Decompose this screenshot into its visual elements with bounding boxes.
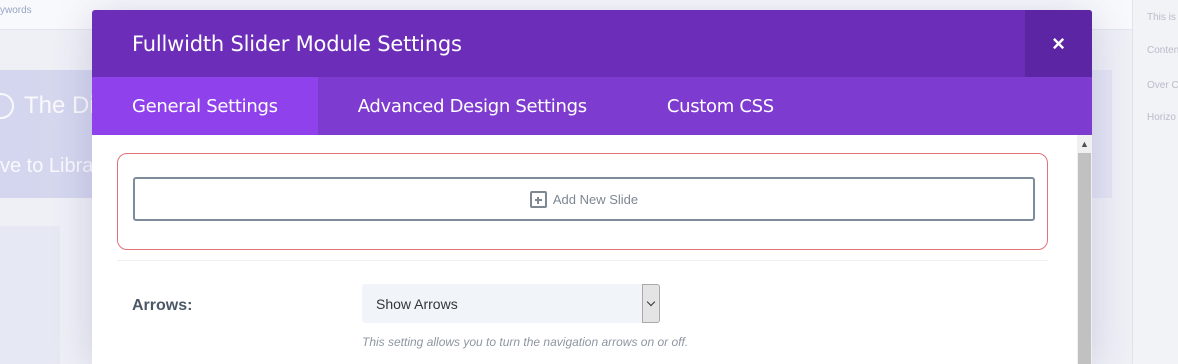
background-right-item: Conten <box>1147 45 1178 56</box>
settings-modal: Fullwidth Slider Module Settings × Gener… <box>92 10 1092 364</box>
tab-custom-css[interactable]: Custom CSS <box>627 77 814 135</box>
select-dropdown-button[interactable] <box>642 284 660 323</box>
tab-general-settings[interactable]: General Settings <box>92 77 318 135</box>
close-button[interactable]: × <box>1025 10 1092 77</box>
modal-title: Fullwidth Slider Module Settings <box>132 31 462 56</box>
section-divider <box>117 260 1048 261</box>
arrows-field-label: Arrows: <box>132 297 193 314</box>
background-keywords-text: ywords <box>0 5 32 16</box>
background-right-item: Over C <box>1147 80 1178 91</box>
scroll-up-arrow-icon[interactable]: ▲ <box>1077 135 1092 152</box>
modal-body: Add New Slide Arrows: Show Arrows This s… <box>92 135 1077 364</box>
background-hero-subtitle: ve to Librar <box>0 155 101 177</box>
arrows-field-description: This setting allows you to turn the navi… <box>362 335 689 349</box>
scrollbar-thumb[interactable] <box>1078 153 1091 364</box>
background-right-panel: This is Conten Over C Horizo <box>1132 0 1178 364</box>
close-icon: × <box>1052 30 1065 56</box>
background-left-card <box>0 226 60 364</box>
plus-square-icon <box>529 190 547 208</box>
modal-header: Fullwidth Slider Module Settings × <box>92 10 1092 77</box>
divi-logo-icon <box>0 93 14 119</box>
add-new-slide-label: Add New Slide <box>552 191 639 207</box>
background-right-item: This is <box>1147 12 1176 23</box>
tab-advanced-design-settings[interactable]: Advanced Design Settings <box>318 77 627 135</box>
chevron-down-icon <box>646 297 656 307</box>
arrows-select-value: Show Arrows <box>376 295 458 312</box>
slides-container: Add New Slide <box>117 153 1048 250</box>
background-right-item: Horizo <box>1147 112 1176 123</box>
settings-tabs: General Settings Advanced Design Setting… <box>92 77 1092 135</box>
add-new-slide-button[interactable]: Add New Slide <box>133 177 1035 221</box>
modal-scrollbar[interactable]: ▲ <box>1077 135 1092 364</box>
arrows-select[interactable]: Show Arrows <box>362 284 660 323</box>
